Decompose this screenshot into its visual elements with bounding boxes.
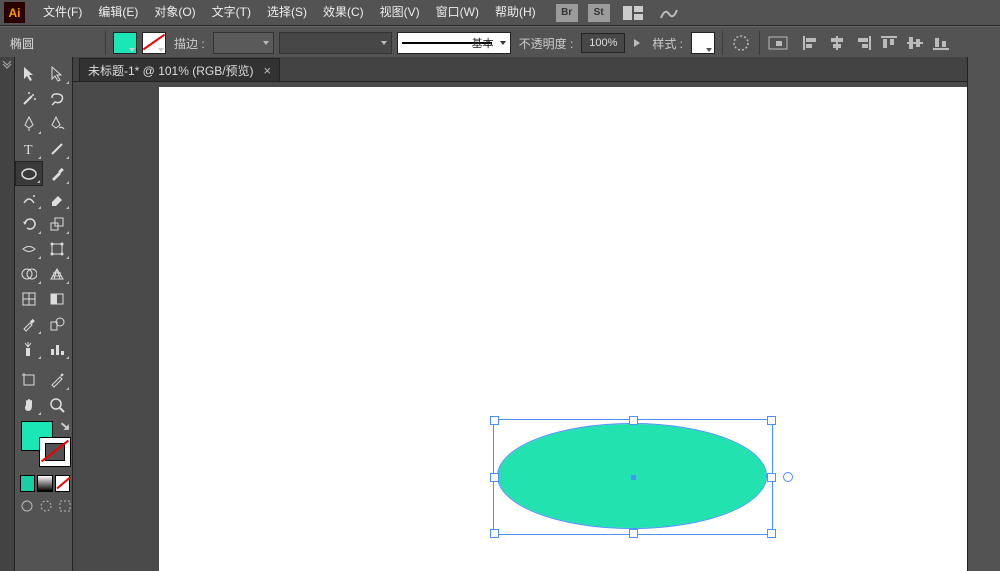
menu-view[interactable]: 视图(V): [372, 0, 428, 25]
align-right-icon[interactable]: [852, 32, 874, 54]
menu-file[interactable]: 文件(F): [35, 0, 90, 25]
app-icon: Ai: [4, 2, 25, 23]
blend-tool[interactable]: [43, 311, 71, 336]
menu-effect[interactable]: 效果(C): [315, 0, 372, 25]
close-tab-icon[interactable]: ×: [264, 64, 272, 77]
center-point: [631, 475, 636, 480]
menu-type[interactable]: 文字(T): [204, 0, 259, 25]
toolbox: T: [15, 57, 73, 571]
right-collapsed-panel[interactable]: [967, 57, 1000, 571]
mesh-tool[interactable]: [15, 286, 43, 311]
rotate-tool[interactable]: [15, 211, 43, 236]
canvas[interactable]: [73, 82, 967, 571]
menu-select[interactable]: 选择(S): [259, 0, 315, 25]
fill-swatch[interactable]: [113, 32, 137, 54]
panel-collapse-bar[interactable]: [0, 57, 15, 571]
pen-tool[interactable]: [15, 111, 43, 136]
menu-help[interactable]: 帮助(H): [487, 0, 544, 25]
magic-wand-tool[interactable]: [15, 86, 43, 111]
draw-inside-icon[interactable]: [57, 498, 72, 514]
lasso-tool[interactable]: [43, 86, 71, 111]
perspective-grid-tool[interactable]: [43, 261, 71, 286]
color-mode-gradient[interactable]: [37, 475, 52, 492]
svg-text:T: T: [24, 143, 33, 156]
scale-tool[interactable]: [43, 211, 71, 236]
handle-nw[interactable]: [490, 416, 499, 425]
opacity-input[interactable]: 100%: [581, 33, 625, 53]
color-mode-none[interactable]: [55, 475, 70, 492]
hand-tool[interactable]: [15, 392, 43, 417]
menu-window[interactable]: 窗口(W): [428, 0, 487, 25]
handle-w[interactable]: [490, 473, 499, 482]
symbol-sprayer-tool[interactable]: [15, 336, 43, 361]
align-top-icon[interactable]: [878, 32, 900, 54]
gradient-tool[interactable]: [43, 286, 71, 311]
stroke-weight-dropdown[interactable]: [213, 32, 274, 54]
brush-definition-dropdown[interactable]: 基本: [397, 32, 511, 54]
shape-builder-tool[interactable]: [15, 261, 43, 286]
free-transform-tool[interactable]: [43, 236, 71, 261]
bridge-icon[interactable]: Br: [556, 4, 578, 22]
menu-edit[interactable]: 编辑(E): [90, 0, 146, 25]
shaper-tool[interactable]: [15, 186, 43, 211]
direct-selection-tool[interactable]: [43, 61, 71, 86]
width-tool[interactable]: [15, 236, 43, 261]
slice-tool[interactable]: [43, 367, 71, 392]
align-left-icon[interactable]: [800, 32, 822, 54]
stroke-label: 描边 :: [171, 35, 208, 52]
align-vcenter-icon[interactable]: [904, 32, 926, 54]
handle-e[interactable]: [767, 473, 776, 482]
pie-handle[interactable]: [783, 472, 793, 482]
gpu-preview-icon[interactable]: [656, 2, 682, 24]
curvature-tool[interactable]: [43, 111, 71, 136]
align-bottom-icon[interactable]: [930, 32, 952, 54]
handle-sw[interactable]: [490, 529, 499, 538]
screen-mode-buttons: [20, 498, 72, 514]
stock-icon[interactable]: St: [588, 4, 610, 22]
draw-behind-icon[interactable]: [39, 498, 54, 514]
menu-object[interactable]: 对象(O): [146, 0, 203, 25]
artboard-tool[interactable]: [15, 367, 43, 392]
swap-fill-stroke-icon[interactable]: [57, 421, 71, 435]
control-bar: 椭圆 描边 : 基本 不透明度 : 100% 样式 :: [0, 26, 1000, 60]
line-segment-tool[interactable]: [43, 136, 71, 161]
var-width-profile-dropdown[interactable]: [279, 32, 392, 54]
type-tool[interactable]: T: [15, 136, 43, 161]
document-tab[interactable]: 未标题-1* @ 101% (RGB/预览) ×: [79, 58, 280, 81]
document-area: 未标题-1* @ 101% (RGB/预览) ×: [73, 57, 967, 571]
selection-tool[interactable]: [15, 61, 43, 86]
opacity-step-icon[interactable]: [630, 33, 644, 53]
stroke-color-swatch[interactable]: [39, 437, 71, 467]
arrange-docs-icon[interactable]: [620, 2, 646, 24]
align-hcenter-icon[interactable]: [826, 32, 848, 54]
handle-s[interactable]: [629, 529, 638, 538]
eyedropper-tool[interactable]: [15, 311, 43, 336]
paintbrush-tool[interactable]: [43, 161, 71, 186]
draw-normal-icon[interactable]: [20, 498, 35, 514]
align-buttons: [800, 32, 952, 54]
menu-bar: Ai 文件(F) 编辑(E) 对象(O) 文字(T) 选择(S) 效果(C) 视…: [0, 0, 1000, 26]
color-mode-buttons: [20, 475, 72, 492]
column-graph-tool[interactable]: [43, 336, 71, 361]
recolor-artwork-icon[interactable]: [730, 32, 752, 54]
opacity-label: 不透明度 :: [516, 35, 577, 52]
eraser-tool[interactable]: [43, 186, 71, 211]
stroke-swatch[interactable]: [142, 32, 166, 54]
selection-bounding-box[interactable]: [493, 419, 773, 535]
style-label: 样式 :: [649, 35, 686, 52]
handle-se[interactable]: [767, 529, 776, 538]
selection-type-label: 椭圆: [6, 35, 98, 52]
document-tab-bar: 未标题-1* @ 101% (RGB/预览) ×: [73, 57, 967, 82]
handle-n[interactable]: [629, 416, 638, 425]
zoom-tool[interactable]: [43, 392, 71, 417]
align-to-icon[interactable]: [767, 32, 789, 54]
ellipse-tool[interactable]: [15, 161, 43, 186]
color-mode-solid[interactable]: [20, 475, 35, 492]
handle-ne[interactable]: [767, 416, 776, 425]
document-tab-title: 未标题-1* @ 101% (RGB/预览): [88, 62, 254, 79]
fill-stroke-indicator[interactable]: [21, 421, 68, 471]
graphic-style-dropdown[interactable]: [691, 32, 715, 54]
